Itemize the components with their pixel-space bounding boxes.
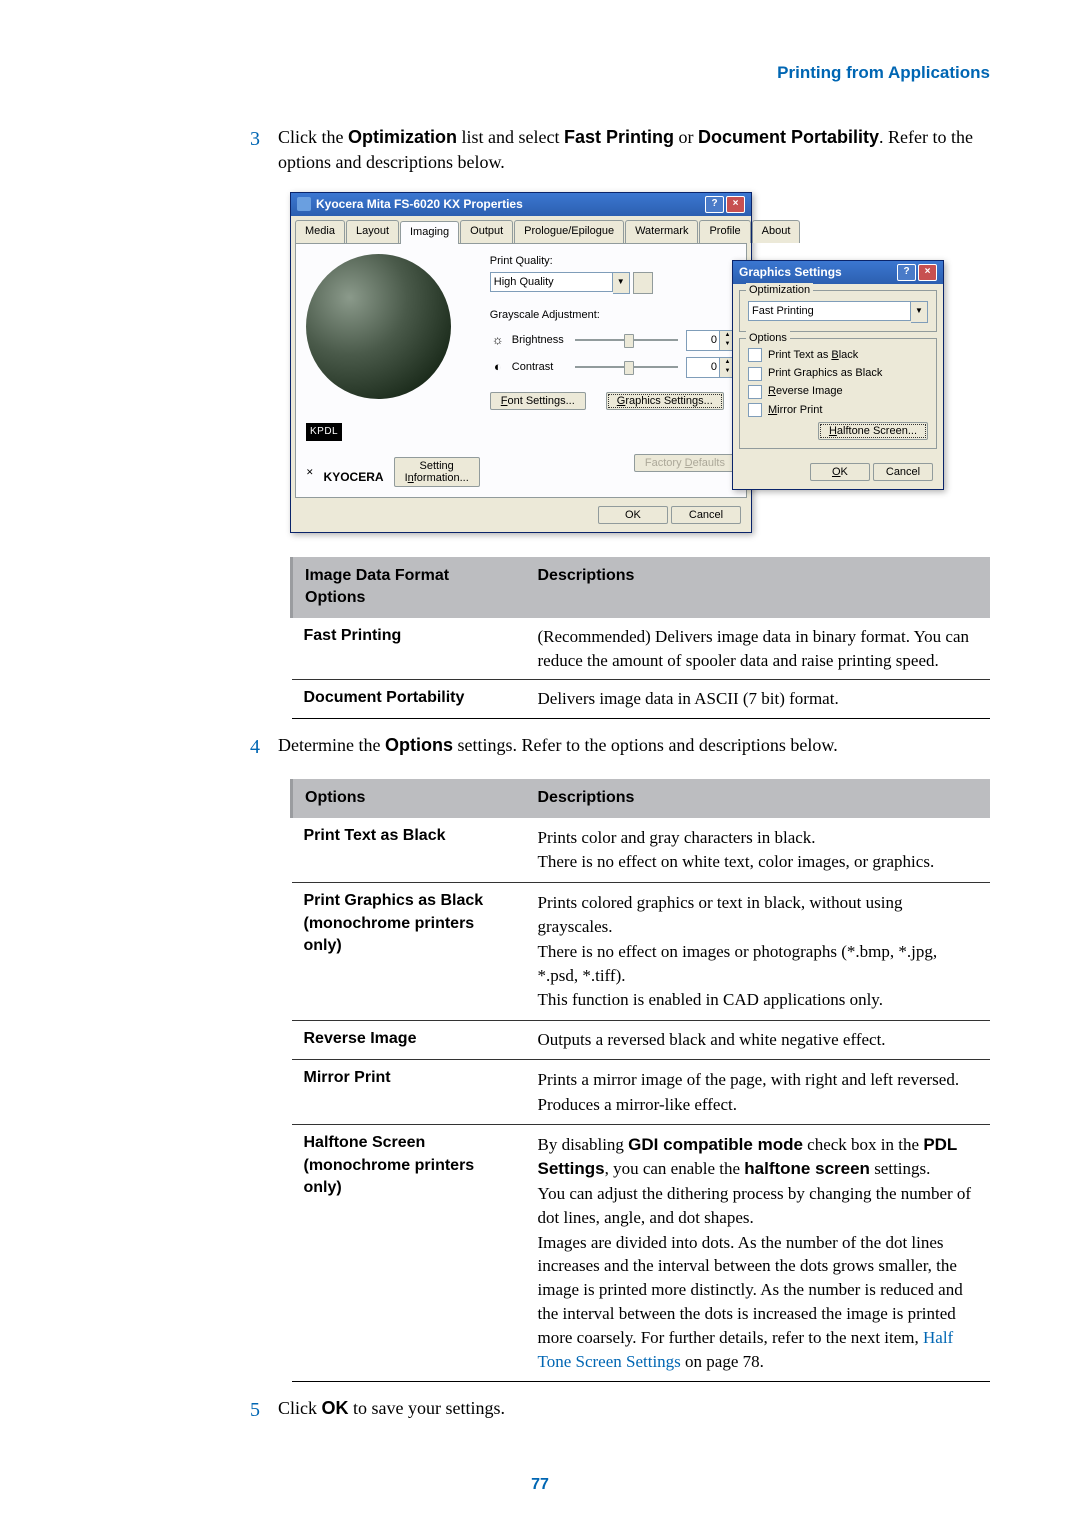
step-3-text: Click the Optimization list and select F…: [278, 125, 990, 175]
checkbox[interactable]: [748, 385, 762, 399]
step-5-text: Click OK to save your settings.: [278, 1396, 990, 1424]
contrast-label: Contrast: [512, 360, 567, 375]
step-number-3: 3: [250, 125, 278, 175]
brightness-slider[interactable]: [575, 339, 678, 341]
print-text-black-label: Print Text as Black: [768, 348, 858, 363]
reverse-image-label: Reverse Image: [768, 384, 843, 399]
td-doc-desc: Delivers image data in ASCII (7 bit) for…: [526, 680, 991, 719]
dropdown-icon[interactable]: ▼: [613, 272, 630, 294]
checkbox[interactable]: [748, 403, 762, 417]
tab-watermark[interactable]: Watermark: [625, 220, 698, 243]
optimization-legend: Optimization: [746, 283, 813, 298]
td-halftone: Halftone Screen (monochrome printers onl…: [292, 1125, 526, 1382]
checkbox[interactable]: [748, 348, 762, 362]
app-icon: [297, 197, 311, 211]
td-print-graphics: Print Graphics as Black (monochrome prin…: [292, 883, 526, 1021]
options-legend: Options: [746, 331, 790, 346]
step-4-text: Determine the Options settings. Refer to…: [278, 733, 990, 761]
factory-defaults-button: Factory Defaults: [634, 454, 736, 472]
print-quality-label: Print Quality:: [490, 254, 736, 269]
td-halftone-desc: By disabling GDI compatible mode check b…: [526, 1125, 991, 1382]
td-mirror: Mirror Print: [292, 1059, 526, 1125]
contrast-slider[interactable]: [575, 366, 678, 368]
brightness-icon: ☼: [490, 332, 506, 348]
tab-prologue[interactable]: Prologue/Epilogue: [514, 220, 624, 243]
td-reverse-desc: Outputs a reversed black and white negat…: [526, 1021, 991, 1060]
titlebar: Kyocera Mita FS-6020 KX Properties ? ×: [291, 193, 751, 216]
setting-information-button[interactable]: Setting Information...: [394, 457, 480, 487]
td-print-text: Print Text as Black: [292, 818, 526, 883]
step-number-4: 4: [250, 733, 278, 761]
th-descriptions: Descriptions: [526, 779, 991, 817]
tab-about[interactable]: About: [752, 220, 801, 243]
tab-layout[interactable]: Layout: [346, 220, 399, 243]
options-table: OptionsDescriptions Print Text as BlackP…: [290, 779, 990, 1382]
th-descriptions: Descriptions: [526, 557, 991, 618]
th-options: Image Data Format Options: [292, 557, 526, 618]
td-fast-desc: (Recommended) Delivers image data in bin…: [526, 618, 991, 680]
brand-logo: KYOCERA: [324, 469, 384, 486]
checkbox[interactable]: [748, 367, 762, 381]
print-graphics-black-label: Print Graphics as Black: [768, 366, 882, 381]
image-data-format-table: Image Data Format OptionsDescriptions Fa…: [290, 557, 990, 719]
close-icon[interactable]: ×: [726, 196, 745, 213]
kpdl-label: KPDL: [306, 423, 342, 441]
ok-button[interactable]: OK: [598, 506, 668, 524]
td-fast-printing: Fast Printing: [292, 618, 526, 680]
grayscale-label: Grayscale Adjustment:: [490, 308, 736, 323]
mirror-print-label: Mirror Print: [768, 403, 822, 418]
optimization-select[interactable]: [748, 301, 911, 321]
td-print-graphics-desc: Prints colored graphics or text in black…: [526, 883, 991, 1021]
brightness-value[interactable]: [686, 330, 720, 351]
print-quality-select[interactable]: [490, 272, 613, 292]
contrast-icon: ◐: [490, 359, 506, 375]
td-mirror-desc: Prints a mirror image of the page, with …: [526, 1059, 991, 1125]
graphics-settings-button[interactable]: Graphics Settings...: [606, 392, 724, 410]
help-icon[interactable]: ?: [897, 264, 916, 281]
graphics-dialog-title: Graphics Settings: [739, 264, 842, 281]
dialog-title: Kyocera Mita FS-6020 KX Properties: [316, 196, 523, 213]
cancel-button[interactable]: Cancel: [873, 463, 933, 481]
contrast-value[interactable]: [686, 357, 720, 378]
th-options: Options: [292, 779, 526, 817]
close-icon[interactable]: ×: [918, 264, 937, 281]
graphics-settings-dialog: Graphics Settings ? × Optimization ▼ Opt…: [732, 260, 944, 491]
preview-image: [306, 254, 451, 399]
dropdown-icon[interactable]: ▼: [911, 301, 928, 323]
tab-imaging[interactable]: Imaging: [400, 221, 459, 244]
td-print-text-desc: Prints color and gray characters in blac…: [526, 818, 991, 883]
page-header: Printing from Applications: [90, 60, 990, 85]
help-icon[interactable]: ?: [705, 196, 724, 213]
td-doc-portability: Document Portability: [292, 680, 526, 719]
section-title: Printing from Applications: [777, 63, 990, 82]
ok-button[interactable]: OK: [810, 463, 870, 481]
tab-profile[interactable]: Profile: [699, 220, 750, 243]
tab-strip: Media Layout Imaging Output Prologue/Epi…: [291, 216, 751, 243]
properties-dialog: Kyocera Mita FS-6020 KX Properties ? × M…: [290, 192, 752, 533]
tab-media[interactable]: Media: [295, 220, 345, 243]
page-number: 77: [90, 1474, 990, 1496]
tab-output[interactable]: Output: [460, 220, 513, 243]
brightness-label: Brightness: [512, 333, 567, 348]
cancel-button[interactable]: Cancel: [671, 506, 741, 524]
quality-options-button[interactable]: [633, 272, 653, 294]
font-settings-button[interactable]: Font Settings...: [490, 392, 586, 410]
halftone-screen-button[interactable]: Halftone Screen...: [818, 422, 928, 440]
step-number-5: 5: [250, 1396, 278, 1424]
td-reverse: Reverse Image: [292, 1021, 526, 1060]
